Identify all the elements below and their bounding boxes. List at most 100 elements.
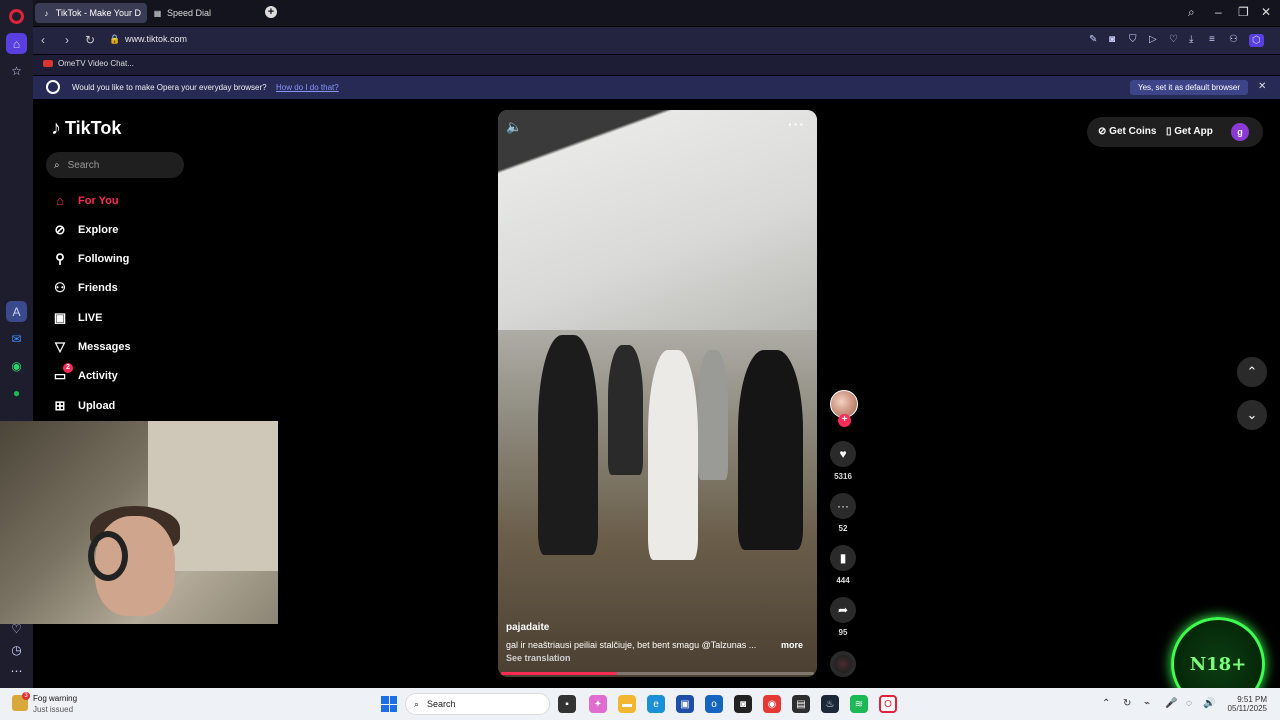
- nav-following[interactable]: ⚲ Following: [51, 251, 129, 267]
- minimize-button[interactable]: –: [1215, 5, 1222, 19]
- get-app-button[interactable]: ▯ Get App: [1166, 126, 1213, 137]
- media-icon[interactable]: ◙: [734, 695, 752, 713]
- tab-bar: ♪ TikTok - Make Your D ▦ Speed Dial + ⌕ …: [33, 0, 1280, 26]
- task-view-icon[interactable]: ▪: [558, 695, 576, 713]
- forward-button[interactable]: ›: [65, 33, 69, 47]
- caption-more-button[interactable]: more: [781, 640, 803, 650]
- nav-for-you[interactable]: ⌂ For You: [51, 193, 118, 208]
- history-icon[interactable]: ◷: [6, 639, 27, 660]
- set-default-button[interactable]: Yes, set it as default browser: [1130, 80, 1248, 95]
- menu-icon[interactable]: ≡: [1209, 34, 1215, 45]
- save-action[interactable]: ▮ 444: [829, 545, 857, 585]
- app-icon[interactable]: ▤: [792, 695, 810, 713]
- tray-network-icon[interactable]: ⌁: [1144, 698, 1150, 709]
- nav-label: Activity: [78, 370, 118, 382]
- share-action[interactable]: ➦ 95: [829, 597, 857, 637]
- how-link[interactable]: How do I do that?: [276, 83, 339, 92]
- nav-explore[interactable]: ⊘ Explore: [51, 222, 119, 238]
- star-icon[interactable]: ☆: [6, 60, 27, 81]
- nav-messages[interactable]: ▽ Messages: [51, 339, 131, 355]
- steam-icon[interactable]: ♨: [821, 695, 839, 713]
- volume-icon[interactable]: 🔈: [506, 119, 522, 135]
- home-icon[interactable]: ⌂: [6, 33, 27, 54]
- comment-action[interactable]: ··· 52: [829, 493, 857, 533]
- clock-date: 05/11/2025: [1227, 704, 1267, 713]
- video-progress-bar[interactable]: [501, 672, 814, 675]
- more-options-icon[interactable]: ···: [788, 116, 805, 132]
- nav-activity[interactable]: ▭ 2 Activity: [51, 363, 118, 384]
- spotify-icon[interactable]: ≋: [850, 695, 868, 713]
- video-person: [698, 350, 728, 480]
- bookmarks-bar: OmeTV Video Chat...: [33, 55, 1280, 75]
- whatsapp-icon[interactable]: ◉: [6, 355, 27, 376]
- tiktok-logo[interactable]: ♪ TikTok: [51, 117, 121, 140]
- follow-button[interactable]: +: [838, 414, 851, 427]
- video-player[interactable]: 🔈 ··· pajadaite gal ir neaštriausi peili…: [498, 110, 817, 677]
- aria-icon[interactable]: A: [6, 301, 27, 322]
- nav-label: Upload: [78, 400, 116, 412]
- spotify-icon[interactable]: ●: [6, 382, 27, 403]
- bookmark-label: OmeTV Video Chat...: [58, 59, 134, 68]
- camera-icon[interactable]: ◙: [1109, 34, 1115, 45]
- tray-chevron-icon[interactable]: ⌃: [1102, 698, 1110, 709]
- top-actions: ⊘ Get Coins ▯ Get App g: [1087, 117, 1263, 147]
- messenger-icon[interactable]: ✉: [6, 328, 27, 349]
- clock[interactable]: 9:51 PM 05/11/2025: [1222, 695, 1267, 713]
- opera-logo-icon[interactable]: [9, 9, 24, 24]
- profile-icon[interactable]: ⚇: [1229, 34, 1238, 45]
- play-icon[interactable]: ▷: [1149, 34, 1157, 45]
- taskbar-search[interactable]: ⌕ Search: [405, 693, 550, 715]
- windows-start-icon[interactable]: [381, 696, 397, 712]
- search-input[interactable]: ⌕ Search: [46, 152, 184, 178]
- close-window-button[interactable]: ✕: [1261, 5, 1271, 19]
- copilot-icon[interactable]: ✦: [589, 695, 607, 713]
- outlook-icon[interactable]: o: [705, 695, 723, 713]
- tray-app-icon[interactable]: ↻: [1123, 698, 1131, 709]
- music-disc-icon[interactable]: [830, 651, 856, 677]
- weather-title: Fog warning: [33, 694, 78, 703]
- compass-icon: ⊘: [54, 222, 66, 237]
- like-action[interactable]: ♥ 5316: [829, 441, 857, 481]
- chrome-icon[interactable]: ◉: [763, 695, 781, 713]
- bookmark-ometv[interactable]: OmeTV Video Chat...: [43, 59, 134, 68]
- edge-icon[interactable]: e: [647, 695, 665, 713]
- download-icon[interactable]: ⤓: [1189, 34, 1193, 45]
- nav-label: Following: [78, 253, 130, 265]
- shield-icon[interactable]: ⛉: [1129, 34, 1137, 45]
- close-banner-button[interactable]: ✕: [1258, 81, 1266, 92]
- edit-icon[interactable]: ✎: [1089, 34, 1097, 45]
- next-video-button[interactable]: ⌄: [1237, 400, 1267, 430]
- app-label: Get App: [1174, 126, 1213, 137]
- tab-tiktok[interactable]: ♪ TikTok - Make Your D: [35, 3, 147, 23]
- windows-taskbar: 3 Fog warning Just issued ⌕ Search ▪ ✦ ▬…: [0, 688, 1280, 720]
- speaker-icon[interactable]: 🔊: [1203, 698, 1215, 709]
- activity-icon: ▭ 2: [51, 363, 73, 384]
- previous-video-button[interactable]: ⌃: [1237, 357, 1267, 387]
- see-translation-link[interactable]: See translation: [506, 653, 571, 663]
- tab-speed-dial[interactable]: ▦ Speed Dial: [146, 3, 226, 23]
- video-person: [738, 350, 803, 550]
- video-author[interactable]: pajadaite: [506, 622, 549, 633]
- profile-avatar[interactable]: g: [1231, 123, 1249, 141]
- url-field[interactable]: www.tiktok.com: [125, 34, 187, 44]
- heart-icon[interactable]: ♡: [1169, 34, 1178, 45]
- wifi-icon[interactable]: ◌: [1186, 698, 1192, 709]
- get-coins-button[interactable]: ⊘ Get Coins: [1098, 126, 1156, 137]
- nav-live[interactable]: ▣ LIVE: [51, 310, 103, 326]
- reload-button[interactable]: ↻: [85, 33, 95, 47]
- nav-friends[interactable]: ⚇ Friends: [51, 280, 118, 296]
- new-tab-button[interactable]: +: [265, 6, 277, 18]
- nav-upload[interactable]: ⊞ Upload: [51, 398, 116, 414]
- file-explorer-icon[interactable]: ▬: [618, 695, 636, 713]
- video-frame: [498, 110, 817, 330]
- maximize-button[interactable]: ❐: [1238, 5, 1249, 19]
- vpn-icon[interactable]: ⬡: [1249, 34, 1264, 47]
- more-icon[interactable]: ⋯: [6, 660, 27, 681]
- search-tabs-icon[interactable]: ⌕: [1188, 5, 1195, 20]
- ometv-favicon-icon: [43, 60, 53, 67]
- back-button[interactable]: ‹: [41, 33, 45, 47]
- store-icon[interactable]: ▣: [676, 695, 694, 713]
- weather-badge: 3: [22, 692, 30, 700]
- opera-taskbar-icon[interactable]: O: [879, 695, 897, 713]
- microphone-icon[interactable]: 🎤: [1165, 698, 1177, 709]
